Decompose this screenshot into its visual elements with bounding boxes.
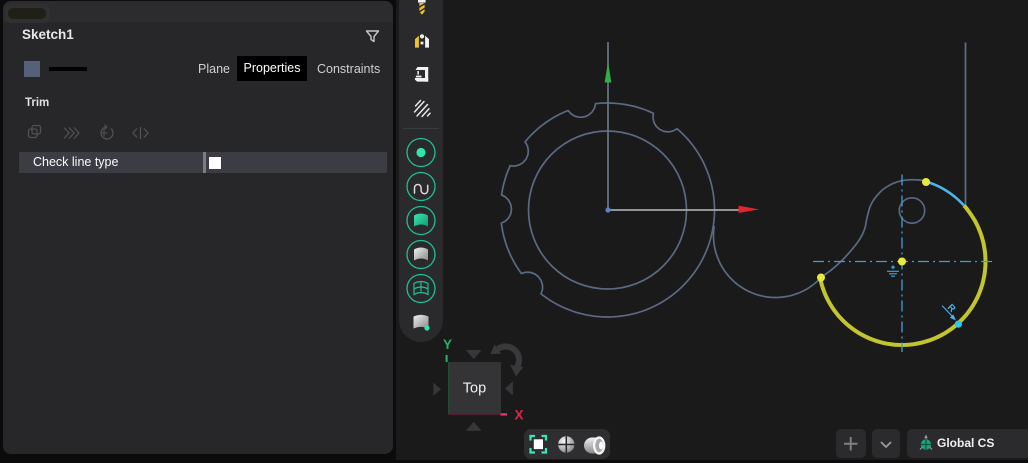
svg-text:Y: Y <box>443 337 452 352</box>
svg-text:X: X <box>515 408 524 423</box>
svg-text:R: R <box>945 302 958 315</box>
svg-text:Top: Top <box>463 381 486 397</box>
